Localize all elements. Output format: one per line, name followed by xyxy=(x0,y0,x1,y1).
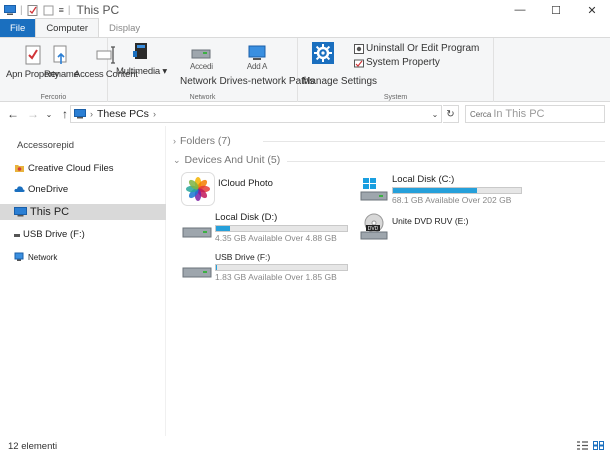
open-icon xyxy=(53,45,67,64)
search-prefix: Cerca xyxy=(470,109,492,119)
view-buttons xyxy=(577,441,604,450)
recent-locations-button[interactable]: ⌄ xyxy=(42,110,56,119)
folders-group-header[interactable]: › Folders (7) xyxy=(173,135,231,147)
address-dropdown-icon[interactable]: ⌄ xyxy=(429,106,441,122)
tab-computer[interactable]: Computer xyxy=(35,18,100,37)
breadcrumb-current[interactable]: These PCs xyxy=(97,108,149,120)
uninstall-icon xyxy=(354,43,364,54)
device-local-disk-d[interactable]: Local Disk (D:) 4.35 GB Available Over 4… xyxy=(181,212,348,243)
sidebar-item-onedrive[interactable]: OneDrive xyxy=(0,181,166,197)
onedrive-icon xyxy=(14,186,25,192)
device-local-disk-c[interactable]: Local Disk (C:) 68.1 GB Available Over 2… xyxy=(359,174,522,205)
settings-button[interactable] xyxy=(312,42,334,64)
new-folder-icon[interactable] xyxy=(43,5,55,16)
ribbon-group-label: Network xyxy=(189,94,216,101)
status-bar: 12 elementi xyxy=(0,436,610,456)
ribbon-group-label: Fercorio xyxy=(40,94,67,101)
disk-usage-bar xyxy=(215,225,348,232)
usb-drive-icon xyxy=(14,234,20,237)
this-pc-icon xyxy=(14,207,27,217)
navigation-pane: Accessorepid Creative Cloud Files OneDri… xyxy=(0,126,166,436)
network-icon xyxy=(14,252,24,261)
sidebar-item-this-pc[interactable]: This PC xyxy=(0,204,166,220)
sidebar-item-network[interactable]: Network xyxy=(0,249,166,265)
disk-usage-fill xyxy=(393,188,478,193)
close-button[interactable]: ✕ xyxy=(574,0,610,20)
sidebar-item-usb-drive[interactable]: USB Drive (F:) xyxy=(0,226,166,242)
navigation-bar: ← → ⌄ ↑ › These PCs › ⌄ ↻ Cerca In This … xyxy=(0,103,610,125)
disk-icon xyxy=(182,227,212,238)
uninstall-program-button[interactable]: Uninstall Or Edit Program xyxy=(354,43,479,54)
device-icloud-photos[interactable]: ICloud Photo xyxy=(181,172,273,206)
map-network-drive-button[interactable]: Accedi xyxy=(190,46,213,71)
customize-quick-access-icon[interactable]: ≡ xyxy=(59,5,64,15)
separator: | xyxy=(67,4,71,16)
network-drives-label[interactable]: Network Drives-network Paths xyxy=(180,76,314,87)
breadcrumb-separator: › xyxy=(152,109,156,119)
ribbon-group-network: Multimedia ▾ Accedi Add A Network Drives… xyxy=(108,38,314,102)
device-usb-drive-f[interactable]: USB Drive (F:) 1.83 GB Available Over 1.… xyxy=(181,252,348,282)
quick-access-toolbar: | ≡ | xyxy=(0,4,71,16)
device-dvd-drive[interactable]: DVD Unite DVD RUV (E:) xyxy=(359,212,469,242)
add-network-location-button[interactable]: Add A xyxy=(246,44,268,71)
search-input[interactable]: In This PC xyxy=(493,108,544,120)
disk-usage-fill xyxy=(216,265,218,270)
dvd-drive-icon: DVD xyxy=(360,213,388,240)
media-server-icon xyxy=(133,43,148,59)
tab-file[interactable]: File xyxy=(0,19,36,37)
ribbon-group-location: Apn Property Rename Access Content Ferco… xyxy=(0,38,138,102)
network-location-icon xyxy=(248,45,266,60)
multimedia-button[interactable]: Multimedia ▾ xyxy=(116,41,167,77)
large-icons-view-icon[interactable] xyxy=(593,441,604,450)
minimize-button[interactable]: — xyxy=(502,0,538,20)
chevron-right-icon: › xyxy=(173,136,176,146)
windows-disk-icon xyxy=(360,178,388,201)
ribbon-group-label: System xyxy=(383,94,408,101)
manage-settings-label[interactable]: Manage Settings xyxy=(302,76,377,87)
window-controls: — ☐ ✕ xyxy=(502,0,610,20)
this-pc-icon xyxy=(74,109,86,119)
icloud-photos-icon xyxy=(181,172,215,206)
maximize-button[interactable]: ☐ xyxy=(538,0,574,20)
tab-display[interactable]: Display xyxy=(99,20,150,37)
ribbon: Apn Property Rename Access Content Ferco… xyxy=(0,38,610,102)
creative-cloud-icon xyxy=(15,165,24,172)
properties-icon xyxy=(25,45,41,65)
system-property-button[interactable]: System Property xyxy=(354,57,440,68)
divider xyxy=(263,141,605,142)
explorer-window: | ≡ | This PC — ☐ ✕ File Computer Displa… xyxy=(0,0,610,456)
details-view-icon[interactable] xyxy=(577,441,588,450)
content-pane: › Folders (7) ⌄ Devices And Unit (5) ICl… xyxy=(167,126,610,436)
this-pc-icon xyxy=(4,4,16,15)
separator: | xyxy=(20,4,23,16)
usb-disk-icon xyxy=(182,267,212,278)
devices-group-header[interactable]: ⌄ Devices And Unit (5) xyxy=(173,154,280,166)
refresh-button[interactable]: ↻ xyxy=(443,105,459,123)
forward-button[interactable]: → xyxy=(26,107,40,121)
title-bar: | ≡ | This PC — ☐ ✕ xyxy=(0,0,610,20)
ribbon-group-system: Manage Settings Uninstall Or Edit Progra… xyxy=(298,38,494,102)
quick-access-header[interactable]: Accessorepid xyxy=(17,140,74,151)
gear-icon xyxy=(312,42,334,64)
item-count: 12 elementi xyxy=(8,440,58,452)
properties-icon[interactable] xyxy=(27,4,39,16)
chevron-down-icon: ⌄ xyxy=(173,154,181,165)
divider xyxy=(287,161,605,162)
svg-text:DVD: DVD xyxy=(368,226,379,232)
disk-usage-bar xyxy=(392,187,522,194)
ribbon-tabs: File Computer Display xyxy=(0,18,610,38)
sidebar-item-creative-cloud[interactable]: Creative Cloud Files xyxy=(0,160,166,176)
disk-usage-fill xyxy=(216,226,231,231)
window-title: This PC xyxy=(76,3,120,17)
back-button[interactable]: ← xyxy=(6,107,20,121)
breadcrumb-separator: › xyxy=(90,109,93,119)
disk-usage-bar xyxy=(215,264,348,271)
address-bar[interactable]: › These PCs › ⌄ xyxy=(70,105,442,123)
system-property-icon xyxy=(354,59,364,67)
search-box[interactable]: Cerca In This PC xyxy=(465,105,605,123)
network-drive-icon xyxy=(191,49,211,59)
